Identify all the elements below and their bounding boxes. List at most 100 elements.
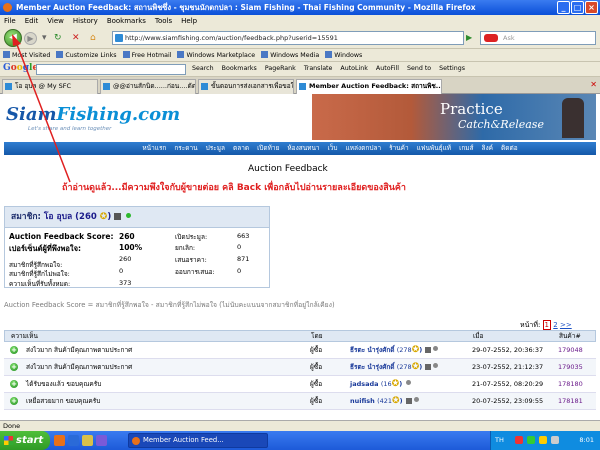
bookmark-windows-marketplace[interactable]: Windows Marketplace <box>177 51 255 59</box>
nav-board[interactable]: กระดาน <box>174 142 197 155</box>
start-button[interactable]: start <box>0 431 50 450</box>
row-item-link[interactable]: 179048 <box>558 342 583 358</box>
google-toolbar: Google Search Bookmarks PageRank Transla… <box>0 62 600 77</box>
stop-icon[interactable]: ✕ <box>72 33 80 43</box>
next-page-link[interactable]: >> <box>560 321 572 329</box>
member-name[interactable]: โอ อุบล <box>44 212 72 222</box>
nav-games[interactable]: เกมส์ <box>459 142 473 155</box>
menu-edit[interactable]: Edit <box>25 17 39 25</box>
row-item-link[interactable]: 179035 <box>558 359 583 375</box>
tray-icon-3[interactable] <box>539 436 547 444</box>
search-engine-icon[interactable] <box>484 34 498 42</box>
row-item-link[interactable]: 178180 <box>558 376 583 392</box>
site-header: SiamFishing.com Let's share and learn to… <box>0 94 600 140</box>
banner-line-2: Catch&Release <box>458 118 544 131</box>
feedback-score-label: Auction Feedback Score: <box>9 232 114 241</box>
google-search-input[interactable] <box>36 64 186 75</box>
bookmarks-toolbar: Most Visited Customize Links Free Hotmai… <box>0 49 600 62</box>
google-sendto-button[interactable]: Send to <box>407 65 431 72</box>
google-pagerank: PageRank <box>264 65 296 72</box>
nav-fans[interactable]: แฟนพันธุ์แท้ <box>417 142 451 155</box>
status-bar: Done <box>0 420 600 431</box>
tray-icon-2[interactable] <box>527 436 535 444</box>
home-icon[interactable]: ⌂ <box>90 33 96 43</box>
tab-auction-feedback[interactable]: Member Auction Feedback: สถานพิช... <box>296 79 442 94</box>
nav-boot-sale[interactable]: เปิดท้าย <box>257 142 279 155</box>
bookmark-free-hotmail[interactable]: Free Hotmail <box>122 51 171 59</box>
menu-bookmarks[interactable]: Bookmarks <box>107 17 146 25</box>
nav-contact[interactable]: ติดต่อ <box>501 142 518 155</box>
search-placeholder: Ask <box>503 34 515 42</box>
dropdown-arrow-icon[interactable]: ▾ <box>42 33 47 43</box>
page-2-link[interactable]: 2 <box>553 321 557 329</box>
taskbar-firefox-window[interactable]: Member Auction Feed... <box>128 433 268 448</box>
google-autolink-button[interactable]: AutoLink <box>340 65 368 72</box>
tab-document-steps[interactable]: ขั้นตอนการส่งเอกสารเพื่อขอใบตอบบัตร <box>198 79 294 94</box>
nav-home[interactable]: หน้าแรก <box>142 142 166 155</box>
row-by: ผู้ซื้อ <box>310 363 323 371</box>
tray-icon-4[interactable] <box>551 436 559 444</box>
url-bar[interactable]: http://www.siamfishing.com/auction/feedb… <box>112 31 464 45</box>
row-comment: ได้รับของแล้ว ขอบคุณครับ <box>26 380 102 388</box>
go-arrow-icon[interactable]: ▶ <box>466 33 472 42</box>
red-annotation-text: ถ้าอ่านดูแล้ว...มีความพึงใจกับผู้ขายต่อย… <box>62 183 406 193</box>
row-user[interactable]: jadsada (16✪) <box>350 376 412 392</box>
banner-fisher-image <box>562 98 584 138</box>
nav-links[interactable]: ลิงค์ <box>482 142 494 155</box>
minimize-button[interactable]: _ <box>557 1 570 14</box>
nav-market[interactable]: ตลาด <box>233 142 249 155</box>
ie-launch-icon[interactable] <box>68 435 79 446</box>
bookmark-windows[interactable]: Windows <box>325 51 362 59</box>
row-item-link[interactable]: 178181 <box>558 393 583 409</box>
menu-view[interactable]: View <box>47 17 64 25</box>
close-tab-icon[interactable]: ✕ <box>590 80 597 89</box>
language-indicator[interactable]: TH <box>495 431 504 450</box>
open-value: 663 <box>237 232 250 240</box>
maximize-button[interactable]: □ <box>571 1 584 14</box>
google-translate-button[interactable]: Translate <box>304 65 333 72</box>
menu-help[interactable]: Help <box>181 17 197 25</box>
menu-tools[interactable]: Tools <box>155 17 172 25</box>
google-search-button[interactable]: Search <box>192 65 214 72</box>
forward-button[interactable]: ▶ <box>24 32 37 45</box>
site-logo[interactable]: SiamFishing.com <box>6 104 180 125</box>
close-window-button[interactable]: × <box>585 1 598 14</box>
tab-my-sfc[interactable]: โอ อุบล @ My SFC <box>2 79 98 94</box>
bookmark-customize-links[interactable]: Customize Links <box>56 51 117 59</box>
bookmark-windows-media[interactable]: Windows Media <box>261 51 319 59</box>
nav-web[interactable]: เว็บ <box>328 142 338 155</box>
bookmark-most-visited[interactable]: Most Visited <box>3 51 50 59</box>
nav-shops[interactable]: ร้านค้า <box>389 142 409 155</box>
media-launch-icon[interactable] <box>96 435 107 446</box>
row-user[interactable]: ธีรตะ นำรุ่งศักดิ์ (278✪) <box>350 359 439 375</box>
menu-history[interactable]: History <box>73 17 98 25</box>
google-bookmarks-button[interactable]: Bookmarks <box>222 65 257 72</box>
row-comment: ส่งไวมาก สินค้ามีคุณภาพตามประกาศ <box>26 363 133 371</box>
site-favicon-icon <box>115 34 123 42</box>
total-value: 373 <box>119 279 132 287</box>
online-status-icon <box>126 213 132 218</box>
back-button[interactable]: ◀ <box>4 29 22 47</box>
tray-icon-1[interactable] <box>515 436 523 444</box>
unsatisfied-label: สมาชิกที่รู้สึกไม่พอใจ: <box>9 270 70 278</box>
firefox-icon <box>3 3 12 12</box>
nav-auction[interactable]: ประมูล <box>206 142 225 155</box>
google-settings-button[interactable]: Settings <box>439 65 465 72</box>
search-box[interactable]: Ask <box>480 31 596 45</box>
row-user[interactable]: ธีรตะ นำรุ่งศักดิ์ (278✪) <box>350 342 439 358</box>
nav-fishing-spots[interactable]: แหล่งตกปลา <box>346 142 382 155</box>
page-title: Auction Feedback <box>248 164 328 174</box>
nav-chat[interactable]: ห้องสนทนา <box>287 142 319 155</box>
tab-read-before-auction[interactable]: @@อ่านสักนิด......ก่อน....ตัดประมูล @@..… <box>100 79 196 94</box>
desktop-launch-icon[interactable] <box>82 435 93 446</box>
row-when: 29-07-2552, 20:36:37 <box>472 346 544 354</box>
window-title: Member Auction Feedback: สถานพิชซึ่ง - ช… <box>16 3 476 12</box>
profile-icon[interactable] <box>114 213 122 220</box>
positive-feedback-icon: + <box>10 363 18 371</box>
page-1-link[interactable]: 1 <box>542 320 552 330</box>
menu-file[interactable]: File <box>4 17 16 25</box>
google-autofill-button[interactable]: AutoFill <box>376 65 399 72</box>
reload-icon[interactable]: ↻ <box>54 33 62 43</box>
firefox-launch-icon[interactable] <box>54 435 65 446</box>
row-user[interactable]: nuifish (421✪) <box>350 393 419 409</box>
